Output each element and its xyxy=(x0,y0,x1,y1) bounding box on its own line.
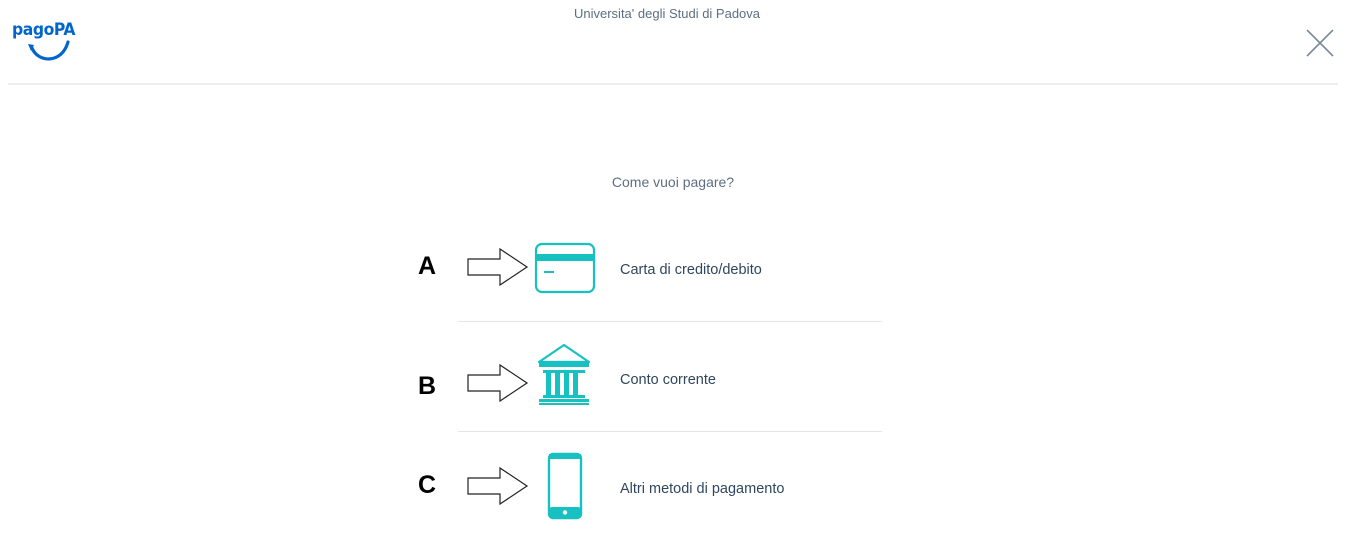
method-divider xyxy=(458,431,882,432)
close-icon[interactable] xyxy=(1305,28,1335,58)
organization-name: Universita' degli Studi di Padova xyxy=(573,6,761,21)
credit-card-icon xyxy=(534,242,596,294)
method-label: Carta di credito/debito xyxy=(620,262,762,278)
pagopa-logo: pagoPA xyxy=(10,18,76,66)
header-divider xyxy=(8,83,1338,85)
header: pagoPA Universita' degli Studi di Padova xyxy=(0,0,1346,85)
method-other[interactable]: Altri metodi di pagamento xyxy=(456,448,882,523)
method-bank-account[interactable]: Conto corrente xyxy=(456,336,882,416)
close-button[interactable] xyxy=(1305,28,1335,58)
logo-swoosh-icon xyxy=(28,40,70,61)
marker-c: C xyxy=(418,471,437,499)
bank-icon xyxy=(537,343,591,405)
method-label: Altri metodi di pagamento xyxy=(620,481,785,497)
method-credit-card[interactable]: Carta di credito/debito xyxy=(456,238,882,300)
method-label: Conto corrente xyxy=(620,372,716,388)
method-divider xyxy=(458,321,882,322)
marker-b: B xyxy=(418,372,437,400)
payment-method-page: pagoPA Universita' degli Studi di Padova… xyxy=(0,0,1346,535)
page-question: Come vuoi pagare? xyxy=(611,174,735,190)
marker-a: A xyxy=(418,252,437,280)
smartphone-icon xyxy=(547,452,583,520)
